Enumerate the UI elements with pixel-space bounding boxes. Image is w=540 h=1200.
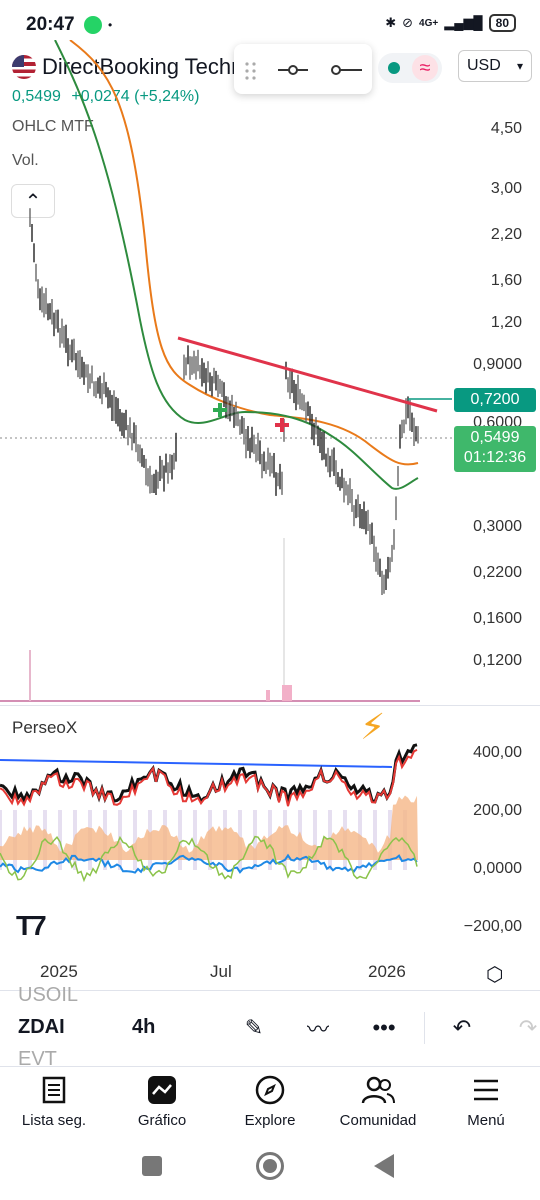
redo-icon[interactable]: ↷ [510, 1010, 540, 1046]
nav-label: Comunidad [339, 1112, 417, 1129]
indicator-tick: −200,00 [463, 918, 522, 935]
nav-explore[interactable]: Explore [216, 1070, 324, 1140]
nav-chart[interactable]: Gráfico [108, 1070, 216, 1140]
compass-icon [255, 1075, 285, 1105]
bluetooth-icon: ✱ [385, 15, 397, 30]
bar-countdown: 01:12:36 [463, 449, 527, 466]
nav-menu[interactable]: Menú [432, 1070, 540, 1140]
more-icon[interactable]: ••• [366, 1010, 402, 1046]
price-tick: 0,1200 [473, 652, 522, 669]
chart-settings-icon[interactable]: ⬡ [486, 962, 503, 987]
chevron-down-icon: ▾ [516, 59, 523, 73]
nav-watchlist[interactable]: Lista seg. [0, 1070, 108, 1140]
toolbar-divider [424, 1012, 425, 1044]
tradingview-logo: T7 [16, 910, 47, 941]
time-tick: 2026 [368, 962, 406, 981]
nav-community[interactable]: Comunidad [324, 1070, 432, 1140]
price-tick: 1,60 [490, 272, 522, 289]
recents-button[interactable] [142, 1156, 162, 1176]
interval-button[interactable]: 4h [132, 1016, 155, 1039]
nav-label: Menú [467, 1112, 505, 1129]
ticker-button[interactable]: ZDAI [18, 1016, 65, 1039]
indicator-tick: 200,00 [473, 802, 522, 819]
currency-select[interactable]: USD ▾ [458, 50, 532, 82]
watchlist-icon [42, 1076, 66, 1104]
price-tick: 0,1600 [473, 610, 522, 627]
home-button[interactable] [256, 1152, 284, 1180]
whatsapp-icon [84, 16, 102, 34]
high-price-tag: 0,7200 [454, 388, 536, 412]
indicator-tick: 0,0000 [473, 860, 522, 877]
drawings-icon[interactable]: 〰 [300, 1010, 336, 1046]
price-chart[interactable] [0, 40, 452, 705]
status-time: 20:47 [26, 14, 75, 35]
undo-icon[interactable]: ↶ [444, 1010, 480, 1046]
indicator-chart[interactable] [0, 740, 452, 940]
last-price-value: 0,5499 [470, 429, 520, 446]
price-tick: 4,50 [490, 120, 522, 137]
price-tick: 0,3000 [473, 518, 522, 535]
battery-icon: 80 [488, 14, 516, 32]
nav-label: Lista seg. [21, 1112, 87, 1129]
indicator-name[interactable]: PerseoX [12, 718, 77, 738]
pane-separator[interactable] [0, 705, 540, 706]
price-tick: 1,20 [490, 314, 522, 331]
back-button[interactable] [374, 1154, 394, 1178]
axis-divider [0, 990, 540, 991]
candles [29, 208, 419, 595]
community-icon [361, 1076, 395, 1104]
currency-value: USD [467, 57, 501, 74]
time-tick: Jul [210, 962, 232, 981]
notification-dot-icon: • [108, 18, 113, 32]
price-tick: 2,20 [490, 226, 522, 243]
last-price-tag: 0,5499 01:12:36 [454, 426, 536, 472]
mute-icon: ⊘ [402, 15, 414, 30]
price-tick: 0,2200 [473, 564, 522, 581]
time-tick: 2025 [40, 962, 78, 981]
chart-icon [148, 1076, 176, 1104]
ghost-symbol-bottom: EVT [18, 1048, 57, 1070]
price-tick: 3,00 [490, 180, 522, 197]
nav-label: Explore [244, 1112, 296, 1129]
network-label: 4G+ [419, 17, 439, 29]
nav-divider [0, 1066, 540, 1067]
pencil-icon[interactable]: ✎ [236, 1010, 272, 1046]
price-tick: 0,9000 [473, 356, 522, 373]
hamburger-icon [474, 1079, 498, 1101]
ghost-symbol-top: USOIL [18, 984, 79, 1006]
status-icons: ✱ ⊘ 4G+ ▂▄▆█ 80 [385, 14, 516, 32]
indicator-tick: 400,00 [473, 744, 522, 761]
nav-label: Gráfico [137, 1112, 187, 1129]
signal-icon: ▂▄▆█ [444, 15, 483, 30]
